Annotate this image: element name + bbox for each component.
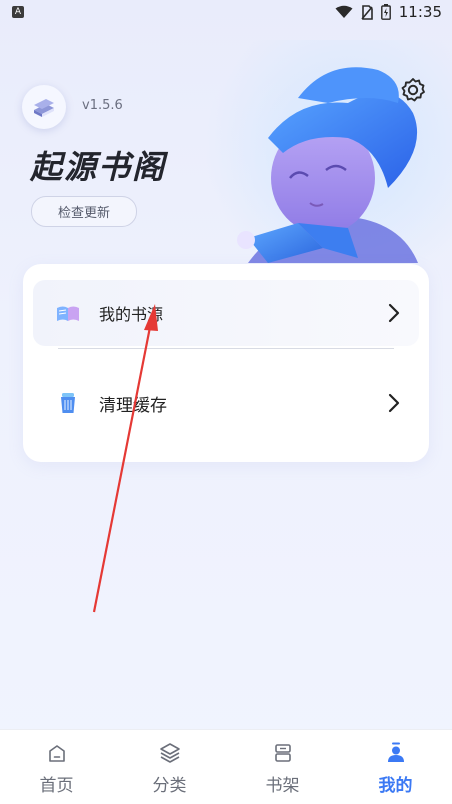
menu-item-my-book-sources[interactable]: 我的书源: [33, 280, 419, 346]
clock: 11:35: [398, 3, 442, 21]
trash-icon: [61, 393, 75, 413]
home-icon: [49, 745, 65, 762]
books-stack-icon: [34, 99, 54, 117]
app-version: v1.5.6: [82, 98, 123, 113]
bottom-tab-bar: 首页 分类 书架 我的: [0, 729, 452, 804]
app-logo: [22, 85, 66, 129]
bookshelf-icon: [275, 744, 291, 762]
tab-label: 首页: [39, 776, 74, 796]
battery-icon: [380, 4, 391, 20]
menu-card: 我的书源 清理缓存: [23, 264, 429, 462]
tab-label: 我的: [378, 776, 413, 796]
tab-label: 书架: [265, 776, 300, 796]
chevron-right-icon: [388, 393, 400, 413]
tab-profile[interactable]: 我的: [339, 730, 452, 804]
tab-home[interactable]: 首页: [0, 730, 113, 804]
notification-a-icon: A: [12, 6, 24, 18]
book-icon: [57, 306, 79, 321]
menu-item-label: 清理缓存: [99, 395, 167, 416]
chevron-right-icon: [388, 303, 400, 323]
menu-item-label: 我的书源: [99, 305, 164, 324]
status-bar: A 11:35: [0, 0, 452, 26]
tab-categories[interactable]: 分类: [113, 730, 226, 804]
tab-label: 分类: [152, 776, 187, 796]
menu-item-clear-cache[interactable]: 清理缓存: [33, 370, 419, 436]
tab-bookshelf[interactable]: 书架: [226, 730, 339, 804]
profile-icon: [388, 742, 404, 762]
divider: [58, 348, 394, 349]
wifi-icon: [335, 5, 353, 18]
no-sim-icon: [361, 4, 373, 20]
settings-gear-icon[interactable]: [399, 76, 427, 104]
check-update-button[interactable]: 检查更新: [31, 196, 137, 227]
app-title: 起源书阁: [30, 148, 167, 186]
layers-icon: [160, 743, 180, 763]
